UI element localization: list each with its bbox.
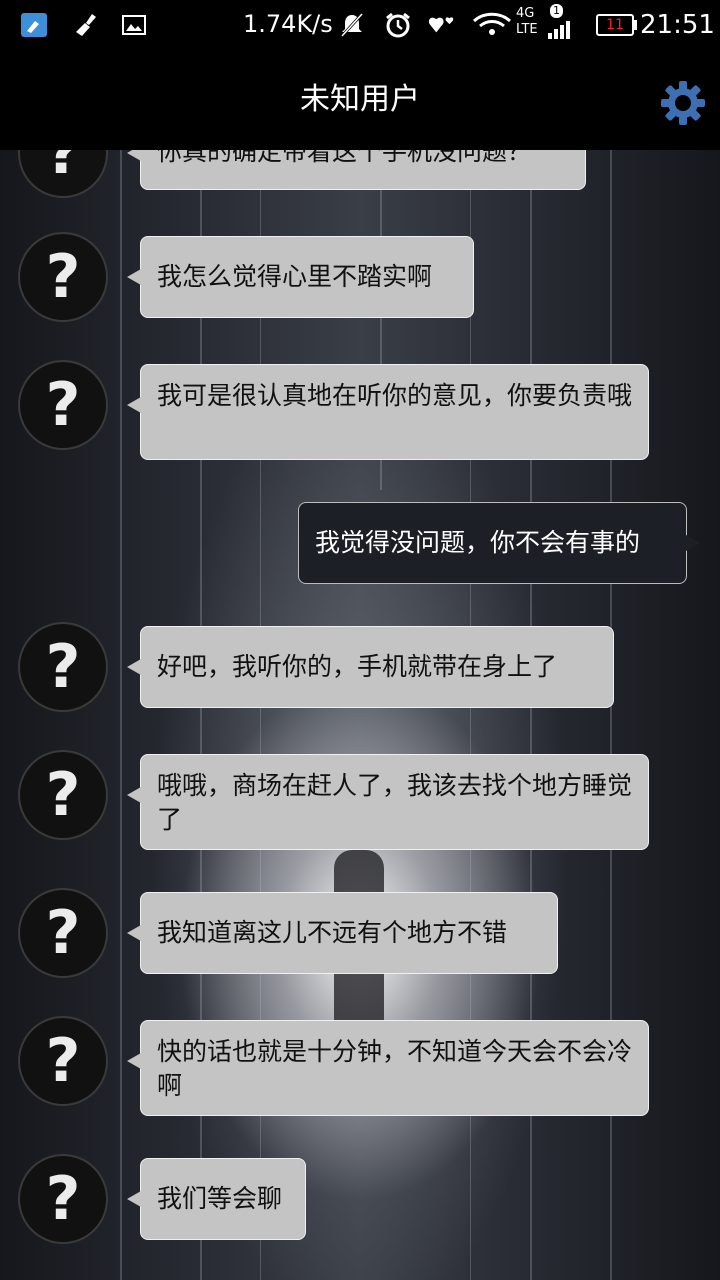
message-text: 哦哦，商场在赶人了，我该去找个地方睡觉了	[157, 771, 633, 834]
clock: 21:51	[640, 10, 715, 40]
message-text: 我怎么觉得心里不踏实啊	[157, 262, 433, 291]
net-speed: 1.74K/s	[243, 10, 333, 38]
avatar[interactable]: ?	[18, 232, 108, 322]
message-bubble: 我怎么觉得心里不踏实啊	[127, 236, 474, 318]
message-text: 好吧，我听你的，手机就带在身上了	[157, 652, 558, 681]
avatar[interactable]: ?	[18, 888, 108, 978]
battery-cap	[634, 20, 637, 30]
title-bar: 未知用户	[0, 50, 720, 150]
message-bubble: 哦哦，商场在赶人了，我该去找个地方睡觉了	[127, 754, 649, 850]
message-bubble: 好吧，我听你的，手机就带在身上了	[127, 626, 614, 708]
battery-icon: 11	[596, 14, 634, 36]
heart-icon	[428, 17, 454, 33]
message-bubble: 我知道离这儿不远有个地方不错	[127, 892, 558, 974]
broom-icon	[76, 14, 96, 36]
message-text: 快的话也就是十分钟，不知道今天会不会冷啊	[157, 1037, 633, 1100]
wifi-icon	[472, 12, 512, 35]
avatar[interactable]: ?	[18, 622, 108, 712]
status-bar: 1.74K/s 4G LTE 1 11 21:51	[0, 0, 720, 50]
chat-area[interactable]: ? 你真的确定带着这个手机没问题？ ? 我怎么觉得心里不踏实啊 ? 我可是很认真…	[0, 150, 720, 1280]
message-text: 我觉得没问题，你不会有事的	[315, 528, 641, 557]
avatar[interactable]: ?	[18, 1154, 108, 1244]
message-bubble: 我们等会聊	[127, 1158, 306, 1240]
message-text: 我知道离这儿不远有个地方不错	[157, 918, 508, 947]
bg-building-line	[120, 150, 122, 1280]
avatar[interactable]: ?	[18, 360, 108, 450]
sim-badge: 1	[550, 4, 563, 18]
network-sub: LTE	[516, 22, 538, 37]
gear-icon[interactable]	[660, 80, 706, 126]
message-bubble: 我可是很认真地在听你的意见，你要负责哦	[127, 364, 649, 460]
message-bubble-outgoing: 我觉得没问题，你不会有事的	[298, 502, 700, 584]
avatar[interactable]: ?	[18, 1016, 108, 1106]
message-text: 我可是很认真地在听你的意见，你要负责哦	[157, 381, 633, 410]
cleaner-icon	[21, 13, 47, 37]
signal-icon	[548, 21, 570, 39]
page-title: 未知用户	[300, 82, 420, 117]
battery-level: 11	[606, 17, 624, 33]
network-type: 4G	[516, 6, 535, 21]
message-text: 我们等会聊	[157, 1184, 283, 1213]
avatar[interactable]: ?	[18, 750, 108, 840]
message-text: 你真的确定带着这个手机没问题？	[157, 150, 533, 166]
alarm-icon	[386, 12, 410, 38]
image-icon	[122, 15, 146, 35]
message-bubble: 你真的确定带着这个手机没问题？	[127, 150, 586, 190]
mute-icon	[340, 12, 364, 38]
message-bubble: 快的话也就是十分钟，不知道今天会不会冷啊	[127, 1020, 649, 1116]
avatar[interactable]: ?	[18, 150, 108, 198]
